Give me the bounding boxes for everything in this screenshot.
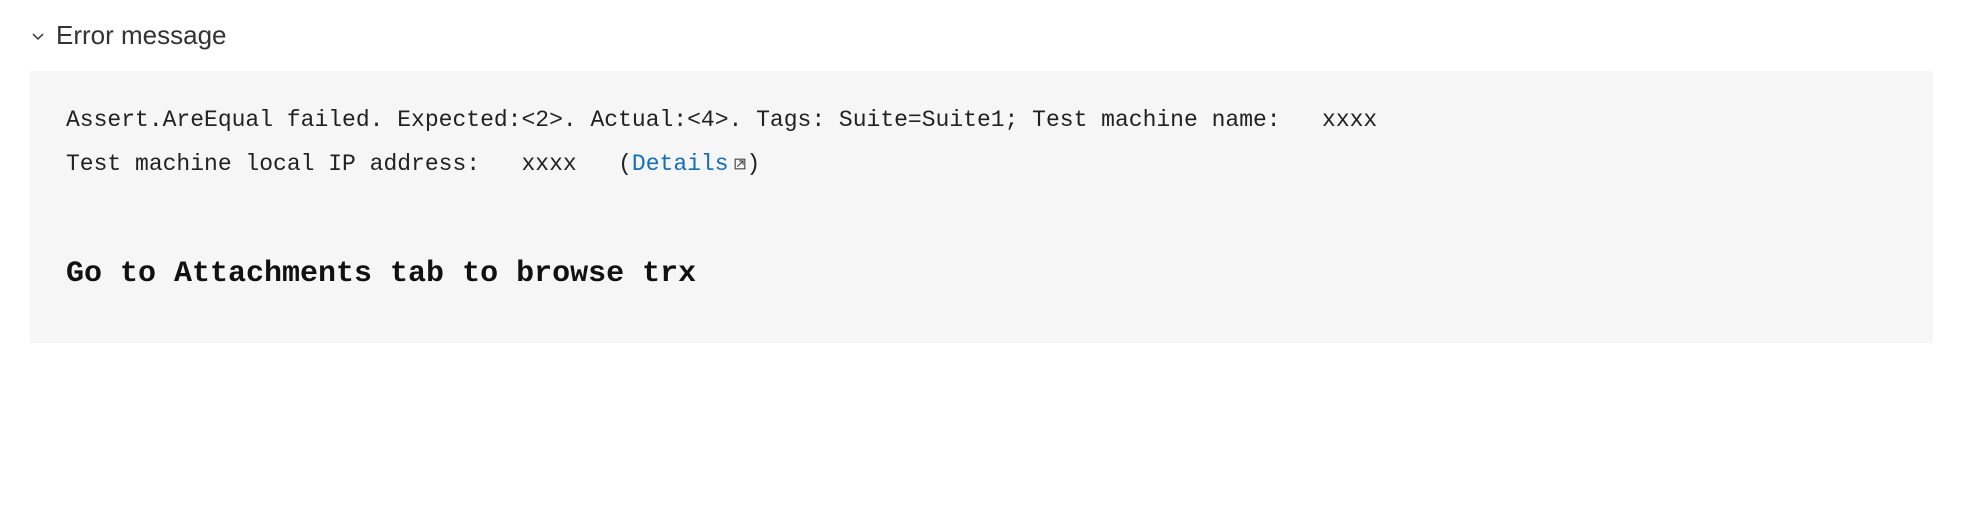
details-label: Details bbox=[632, 151, 729, 177]
chevron-down-icon bbox=[30, 28, 46, 44]
error-line-2: Test machine local IP address: xxxx (Det… bbox=[66, 143, 1897, 187]
attachments-instruction: Go to Attachments tab to browse trx bbox=[66, 246, 1897, 303]
external-link-icon bbox=[733, 157, 747, 171]
error-text: Assert.AreEqual failed. Expected:<2>. Ac… bbox=[66, 107, 1322, 133]
ip-address: xxxx bbox=[521, 151, 576, 177]
error-text: Test machine local IP address: bbox=[66, 151, 521, 177]
error-line-1: Assert.AreEqual failed. Expected:<2>. Ac… bbox=[66, 99, 1897, 143]
error-message-panel: Assert.AreEqual failed. Expected:<2>. Ac… bbox=[30, 71, 1933, 343]
paren-close: ) bbox=[747, 151, 761, 177]
section-title: Error message bbox=[56, 20, 227, 51]
machine-name: xxxx bbox=[1322, 107, 1377, 133]
error-message-toggle[interactable]: Error message bbox=[30, 20, 1933, 51]
paren-open: ( bbox=[577, 151, 632, 177]
details-link[interactable]: Details bbox=[632, 151, 747, 177]
